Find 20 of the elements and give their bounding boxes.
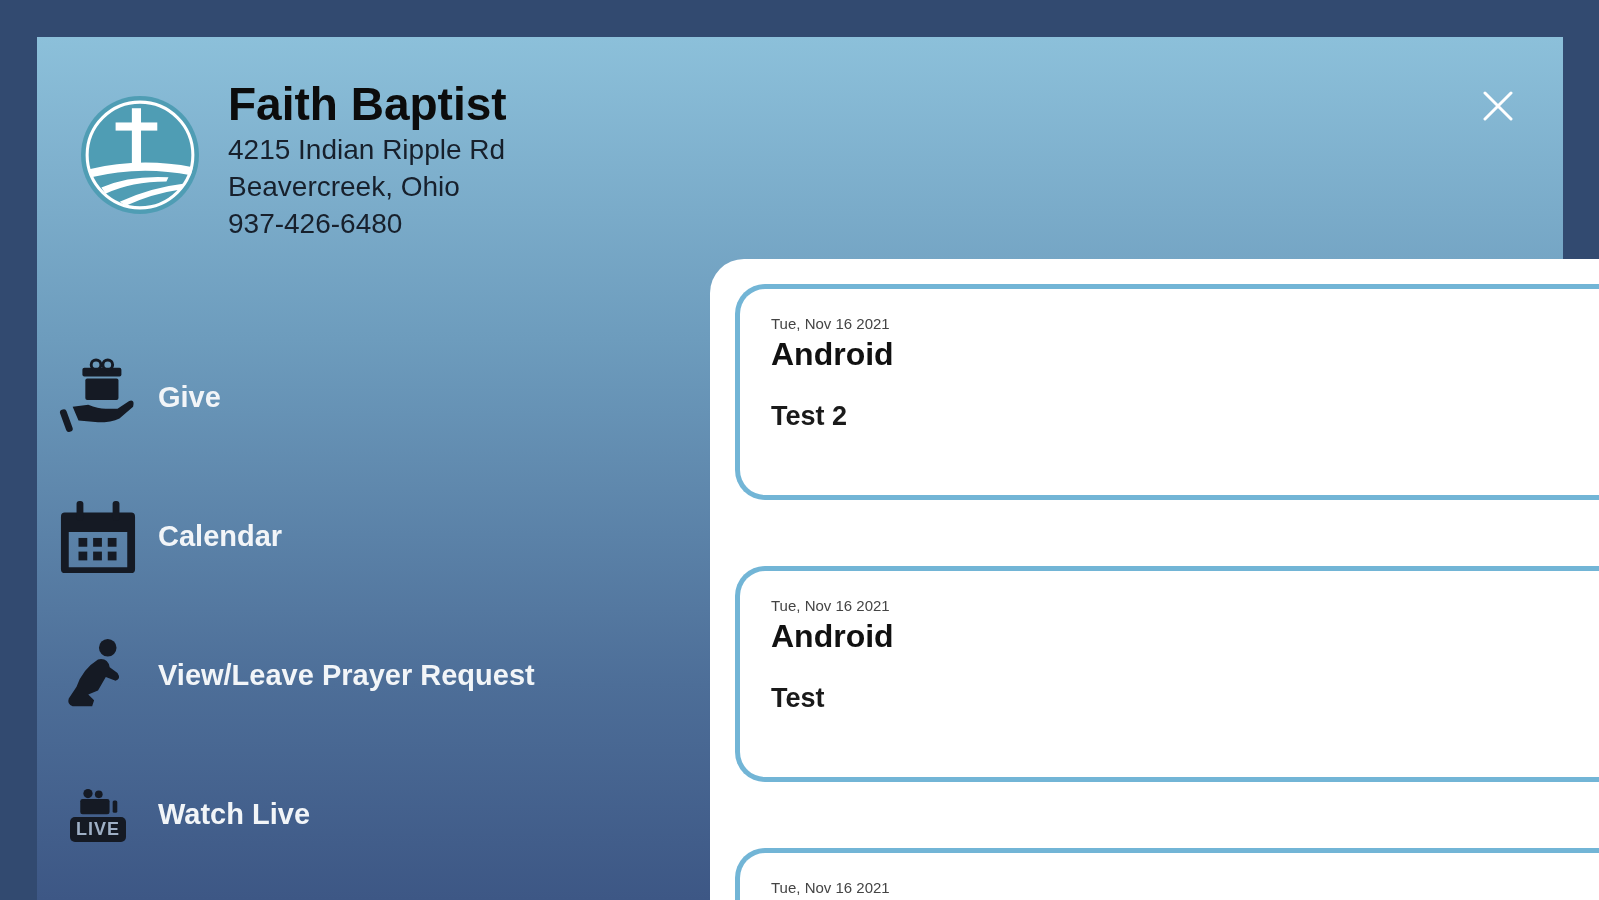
- request-text: Test: [771, 683, 826, 714]
- close-icon[interactable]: [1483, 91, 1513, 121]
- church-contact-line: 4215 Indian Ripple Rd: [228, 133, 507, 167]
- request-title: Android: [771, 618, 895, 655]
- menu-item[interactable]: Give: [158, 380, 221, 414]
- church-contact-line: 937-426-6480: [228, 207, 404, 241]
- menu-item[interactable]: Calendar: [158, 519, 283, 553]
- request-title: Android: [771, 336, 895, 373]
- request-text: Test 2: [771, 401, 849, 432]
- cross-logo-icon: [79, 94, 201, 216]
- prayer-request-card[interactable]: Tue, Nov 16 2021 Android Test: [735, 566, 1599, 782]
- request-date: Tue, Nov 16 2021: [771, 597, 891, 614]
- request-date: Tue, Nov 16 2021: [771, 879, 891, 896]
- prayer-request-card[interactable]: Tue, Nov 16 2021: [735, 848, 1599, 900]
- menu-item[interactable]: Watch Live: [158, 797, 310, 831]
- request-date: Tue, Nov 16 2021: [771, 315, 891, 332]
- prayer-request-card[interactable]: Tue, Nov 16 2021 Android Test 2: [735, 284, 1599, 500]
- menu-item[interactable]: View/Leave Prayer Request: [158, 658, 535, 692]
- church-name: Faith Baptist: [228, 77, 508, 131]
- church-contact-line: Beavercreek, Ohio: [228, 170, 461, 204]
